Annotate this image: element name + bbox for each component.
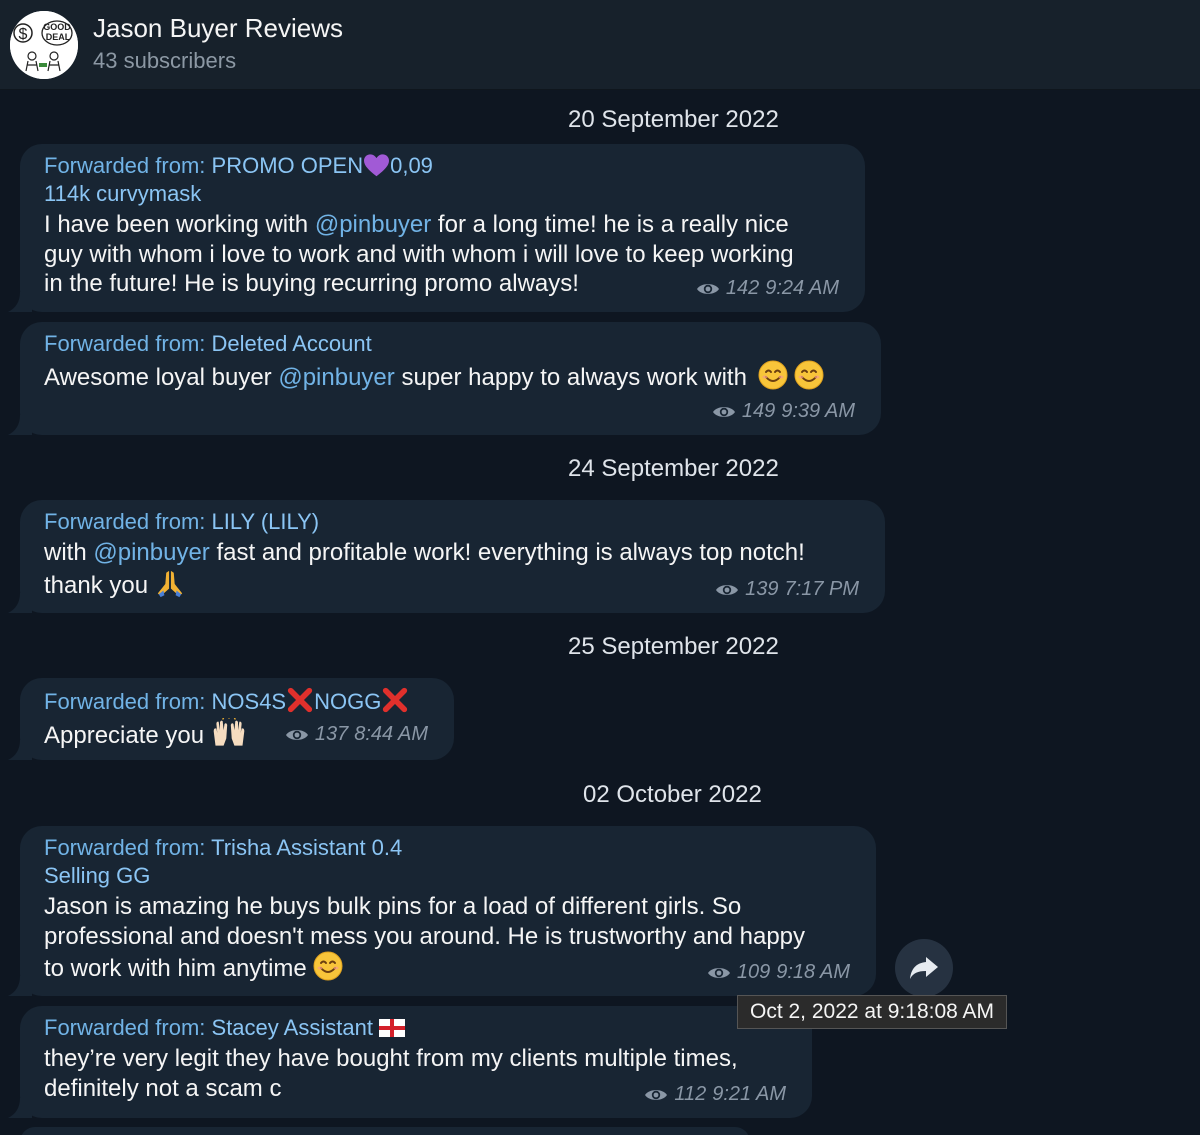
forward-source[interactable]: LILY (LILY) bbox=[212, 509, 320, 534]
view-count: 112 bbox=[674, 1083, 707, 1105]
forward-source[interactable]: PROMO OPEN 0,09 bbox=[212, 153, 433, 178]
channel-header[interactable]: $ GOOD DEAL Jason Buyer Reviews 43 subsc… bbox=[0, 0, 1200, 90]
eye-icon bbox=[712, 404, 736, 420]
message-list[interactable]: 20 September 2022 Forwarded from: PROMO … bbox=[0, 90, 1200, 1135]
view-count: 149 bbox=[741, 400, 776, 422]
forward-source-line2[interactable]: Selling GG bbox=[44, 862, 852, 890]
bubble-tail bbox=[8, 292, 32, 312]
message-meta: 149 9:39 AM bbox=[712, 400, 855, 423]
raising-hands-emoji-icon bbox=[211, 718, 247, 748]
channel-title[interactable]: Jason Buyer Reviews bbox=[93, 13, 343, 44]
bubble-tail bbox=[8, 593, 32, 613]
svg-text:GOOD: GOOD bbox=[43, 22, 71, 32]
mention-link[interactable]: @pinbuyer bbox=[315, 211, 431, 238]
svg-text:$: $ bbox=[19, 26, 28, 43]
forward-header[interactable]: Forwarded from: PROMO OPEN 0,09 bbox=[44, 152, 841, 180]
purple-heart-emoji-icon bbox=[363, 153, 390, 178]
cross-mark-emoji-icon bbox=[381, 686, 409, 714]
view-count: 139 bbox=[745, 578, 779, 600]
forward-header[interactable]: Forwarded from: Stacey Assistant bbox=[44, 1014, 788, 1042]
mention-link[interactable]: @pinbuyer bbox=[278, 364, 394, 391]
eye-icon bbox=[715, 582, 739, 598]
smiling-face-emoji-icon bbox=[794, 360, 824, 390]
cross-mark-emoji-icon bbox=[286, 686, 314, 714]
message-meta: 112 9:21 AM bbox=[644, 1083, 786, 1106]
forward-header[interactable]: Forwarded from: Deleted Account bbox=[44, 330, 857, 358]
mention-link[interactable]: @pinbuyer bbox=[93, 539, 209, 566]
forward-source[interactable]: Deleted Account bbox=[212, 331, 372, 356]
message-time: 9:39 AM bbox=[781, 400, 855, 422]
view-count: 142 bbox=[725, 277, 760, 299]
message-bubble-partial[interactable] bbox=[20, 1127, 750, 1135]
message-bubble[interactable]: Forwarded from: Stacey Assistant they’re… bbox=[20, 1006, 812, 1118]
message-time: 9:21 AM bbox=[712, 1083, 786, 1105]
channel-avatar[interactable]: $ GOOD DEAL bbox=[10, 11, 78, 79]
smiling-face-emoji-icon bbox=[313, 951, 343, 981]
forward-source[interactable]: Trisha Assistant 0.4 bbox=[211, 835, 402, 860]
message-bubble[interactable]: Forwarded from: NOS4S NOGG Appreciate you… bbox=[20, 678, 454, 760]
message-time: 7:17 PM bbox=[784, 578, 859, 600]
england-flag-emoji-icon bbox=[379, 1019, 405, 1037]
date-separator: 02 October 2022 bbox=[583, 781, 762, 808]
subscriber-count: 43 subscribers bbox=[93, 48, 237, 73]
message-meta: 139 7:17 PM bbox=[715, 578, 859, 601]
message-time: 9:24 AM bbox=[765, 277, 839, 299]
bubble-tail bbox=[8, 415, 32, 435]
forward-header[interactable]: Forwarded from: Trisha Assistant 0.4 bbox=[44, 834, 852, 862]
folded-hands-emoji-icon bbox=[155, 568, 185, 598]
forward-source[interactable]: NOS4S NOGG bbox=[212, 689, 410, 714]
message-bubble[interactable]: Forwarded from: Deleted Account Awesome … bbox=[20, 322, 881, 435]
eye-icon bbox=[696, 281, 720, 297]
eye-icon bbox=[707, 965, 731, 981]
forward-source[interactable]: Stacey Assistant bbox=[212, 1015, 406, 1040]
bubble-tail bbox=[8, 976, 32, 996]
svg-text:DEAL: DEAL bbox=[46, 32, 71, 42]
share-button[interactable] bbox=[895, 939, 953, 997]
message-bubble[interactable]: Forwarded from: Trisha Assistant 0.4 Sel… bbox=[20, 826, 876, 996]
forward-source-line2[interactable]: 114k curvymask bbox=[44, 180, 841, 208]
message-time: 9:18 AM bbox=[776, 961, 850, 983]
forward-header[interactable]: Forwarded from: NOS4S NOGG bbox=[44, 686, 430, 716]
message-meta: 137 8:44 AM bbox=[285, 723, 428, 746]
eye-icon bbox=[644, 1087, 668, 1103]
message-text: Awesome loyal buyer @pinbuyer super happ… bbox=[44, 360, 857, 393]
good-deal-logo-icon: $ GOOD DEAL bbox=[10, 11, 78, 79]
view-count: 137 bbox=[314, 723, 349, 745]
date-separator: 24 September 2022 bbox=[568, 455, 779, 482]
message-meta: 109 9:18 AM bbox=[707, 961, 850, 984]
date-separator: 20 September 2022 bbox=[568, 106, 779, 133]
timestamp-tooltip: Oct 2, 2022 at 9:18:08 AM bbox=[737, 995, 1007, 1029]
message-bubble[interactable]: Forwarded from: PROMO OPEN 0,09 114k curv… bbox=[20, 144, 865, 312]
message-meta: 142 9:24 AM bbox=[696, 277, 839, 300]
eye-icon bbox=[285, 727, 309, 743]
message-bubble[interactable]: Forwarded from: LILY (LILY) with @pinbuy… bbox=[20, 500, 885, 613]
date-separator: 25 September 2022 bbox=[568, 633, 779, 660]
message-time: 8:44 AM bbox=[354, 723, 428, 745]
forward-header[interactable]: Forwarded from: LILY (LILY) bbox=[44, 508, 861, 536]
smiling-face-emoji-icon bbox=[758, 360, 788, 390]
bubble-tail bbox=[8, 740, 32, 760]
share-icon bbox=[910, 957, 938, 979]
bubble-tail bbox=[8, 1098, 32, 1118]
view-count: 109 bbox=[736, 961, 771, 983]
